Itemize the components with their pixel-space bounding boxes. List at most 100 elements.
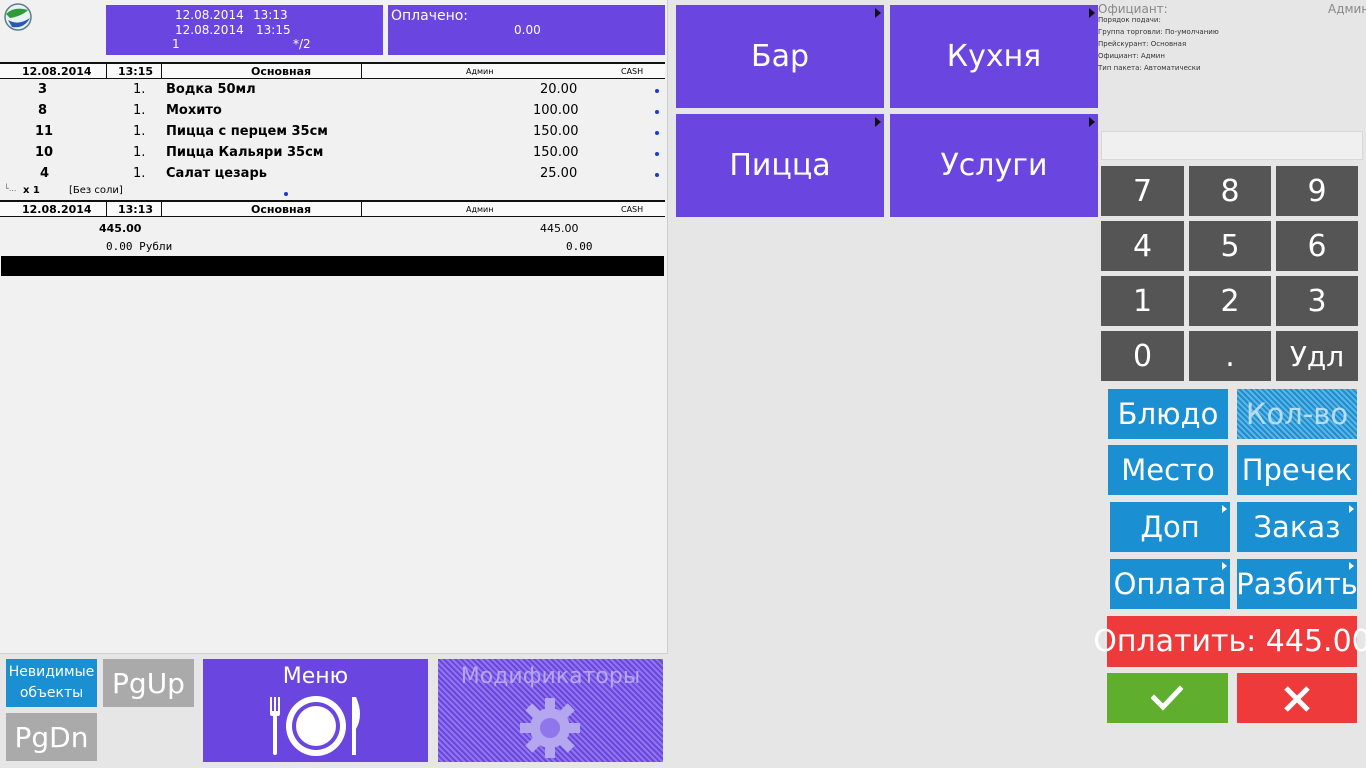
currency-right: 0.00 [566, 240, 593, 253]
divider [161, 64, 162, 79]
info-line: Тип пакета: Автоматически [1098, 64, 1201, 72]
order-update-time: 13:15 [256, 23, 291, 37]
category-kitchen-button[interactable]: Кухня [890, 5, 1098, 108]
key-delete[interactable]: Удл [1276, 331, 1358, 381]
paid-label: Оплачено: [391, 8, 469, 24]
header-date: 12.08.2014 [22, 203, 92, 216]
app-logo-icon [2, 2, 34, 32]
header-user: Админ [466, 205, 494, 214]
line-name: Пицца с перцем 35см [166, 124, 328, 139]
page-up-button[interactable]: PgUp [103, 659, 194, 707]
paid-value: 0.00 [514, 23, 541, 37]
key-8[interactable]: 8 [1189, 166, 1271, 216]
header-user: Админ [466, 67, 494, 76]
header-menu: Основная [251, 65, 312, 78]
key-1[interactable]: 1 [1101, 276, 1184, 326]
submenu-arrow-icon [1222, 562, 1227, 570]
numeric-input[interactable] [1101, 131, 1363, 160]
status-dot-icon [655, 89, 659, 93]
modifier-text: [Без соли] [69, 185, 123, 196]
category-label: Кухня [946, 39, 1042, 74]
status-dot-icon [655, 110, 659, 114]
menu-button[interactable]: Меню [203, 659, 428, 762]
order-button[interactable]: Заказ [1237, 502, 1357, 552]
line-name: Пицца Кальяри 35см [166, 145, 324, 160]
line-price: 25.00 [540, 166, 578, 181]
key-9[interactable]: 9 [1276, 166, 1358, 216]
divider [361, 64, 362, 79]
order-label: Заказ [1253, 510, 1341, 544]
payment-label: Оплата [1113, 567, 1227, 601]
order-line[interactable]: 4 1. Салат цезарь 25.00 [0, 164, 665, 185]
line-qty: 1. [133, 145, 146, 160]
receipt-end-bar [1, 256, 664, 276]
quantity-button[interactable]: Кол-во [1237, 389, 1357, 439]
dish-button[interactable]: Блюдо [1108, 389, 1228, 439]
line-name: Мохито [166, 103, 222, 118]
confirm-button[interactable] [1107, 673, 1228, 723]
submenu-arrow-icon [1089, 117, 1095, 127]
line-qty: 1. [133, 82, 146, 97]
line-price: 150.00 [533, 145, 579, 160]
order-line[interactable]: 11 1. Пицца с перцем 35см 150.00 [0, 122, 665, 143]
total-left: 445.00 [99, 222, 142, 235]
split-label: Разбить [1236, 567, 1358, 601]
divider [106, 64, 107, 79]
place-button[interactable]: Место [1108, 445, 1228, 495]
divider [106, 202, 107, 217]
line-price: 150.00 [533, 124, 579, 139]
order-open-time: 13:13 [253, 8, 288, 22]
currency-left: 0.00 Рубли [106, 240, 173, 253]
order-line[interactable]: 3 1. Водка 50мл 20.00 [0, 80, 665, 101]
page-down-button[interactable]: PgDn [6, 713, 97, 761]
category-bar-button[interactable]: Бар [676, 5, 884, 108]
category-label: Пицца [729, 148, 831, 183]
total-right: 445.00 [540, 222, 579, 235]
split-button[interactable]: Разбить [1236, 559, 1358, 609]
submenu-arrow-icon [875, 8, 881, 18]
order-line[interactable]: 10 1. Пицца Кальяри 35см 150.00 [0, 143, 665, 164]
key-3[interactable]: 3 [1276, 276, 1358, 326]
pay-total-button[interactable]: Оплатить: 445.00 [1093, 616, 1366, 667]
cancel-button[interactable] [1237, 673, 1357, 723]
line-code: 10 [35, 145, 54, 160]
extra-button[interactable]: Доп [1110, 502, 1230, 552]
waiter-label: Официант: [1098, 2, 1168, 16]
paid-panel: Оплачено: 0.00 [388, 5, 665, 55]
order-info-panel: 12.08.2014 13:13 12.08.2014 13:15 1 */2 [106, 5, 383, 55]
precheck-button[interactable]: Пречек [1237, 445, 1357, 495]
category-label: Бар [750, 39, 809, 74]
key-7[interactable]: 7 [1101, 166, 1184, 216]
line-name: Салат цезарь [166, 166, 267, 181]
submenu-arrow-icon [875, 117, 881, 127]
category-services-button[interactable]: Услуги [890, 114, 1098, 217]
key-2[interactable]: 2 [1189, 276, 1271, 326]
key-6[interactable]: 6 [1276, 221, 1358, 271]
gear-icon [520, 698, 580, 758]
info-line: Официант: Админ [1098, 52, 1165, 60]
key-5[interactable]: 5 [1189, 221, 1271, 271]
order-line[interactable]: 8 1. Мохито 100.00 [0, 101, 665, 122]
line-qty: 1. [133, 103, 146, 118]
key-4[interactable]: 4 [1101, 221, 1184, 271]
header-time: 13:15 [118, 65, 154, 78]
header-payment: CASH [621, 205, 644, 214]
modifiers-button[interactable]: Модификаторы [438, 659, 663, 762]
status-dot-icon [655, 131, 659, 135]
table-number: */2 [293, 37, 311, 51]
line-price: 100.00 [533, 103, 579, 118]
payment-button[interactable]: Оплата [1110, 559, 1230, 609]
line-name: Водка 50мл [166, 82, 256, 97]
line-code: 8 [38, 103, 48, 118]
category-pizza-button[interactable]: Пицца [676, 114, 884, 217]
submenu-arrow-icon [1089, 8, 1095, 18]
header-date: 12.08.2014 [22, 65, 92, 78]
key-dot[interactable]: . [1189, 331, 1271, 381]
divider [161, 202, 162, 217]
status-dot-icon [284, 192, 288, 196]
info-line: Группа торговли: По-умолчанию [1098, 28, 1219, 36]
modifier-line[interactable]: └... x 1 [Без соли] [0, 184, 665, 200]
plate-cutlery-icon [270, 696, 360, 756]
invisible-objects-button[interactable]: Невидимые объекты [6, 659, 97, 707]
key-0[interactable]: 0 [1101, 331, 1184, 381]
